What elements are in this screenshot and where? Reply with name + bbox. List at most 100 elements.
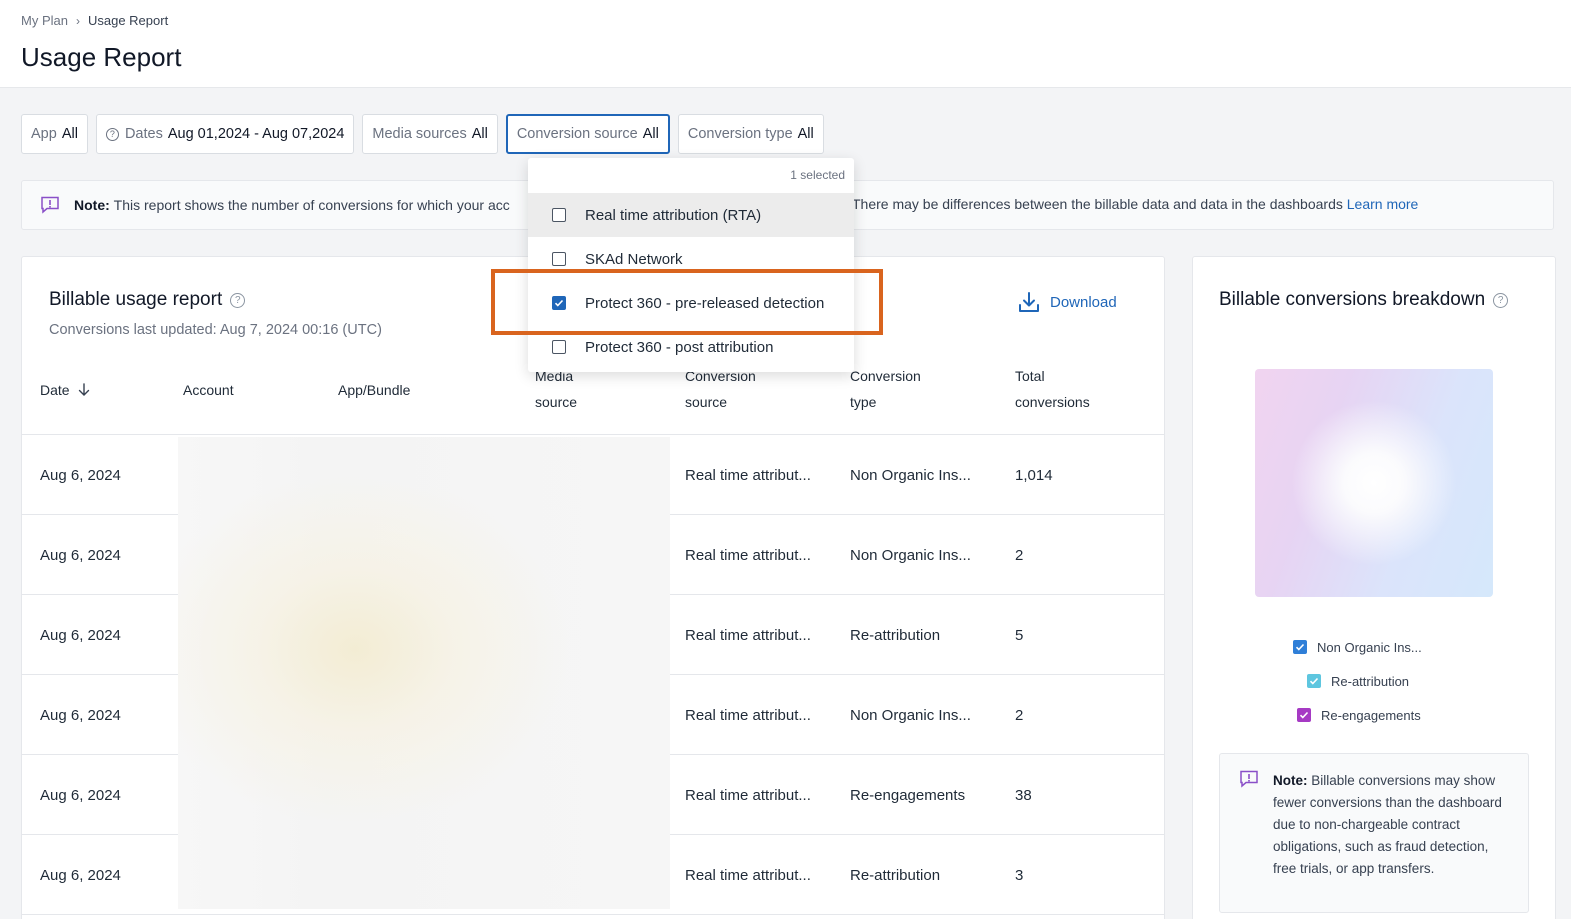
breakdown-note-prefix: Note: (1273, 773, 1308, 788)
column-media-line2: source (535, 394, 578, 410)
download-button[interactable]: Download (1018, 291, 1117, 313)
help-icon: ? (105, 127, 119, 141)
filter-conversion-source[interactable]: Conversion source All (505, 114, 670, 154)
breadcrumb: My Plan › Usage Report (21, 13, 168, 28)
top-bar: My Plan › Usage Report Usage Report (0, 0, 1571, 88)
download-label: Download (1050, 293, 1117, 311)
arrow-down-icon (78, 383, 89, 396)
breakdown-legend: Non Organic Ins... Re-attribution Re-eng… (1293, 630, 1422, 732)
column-total-line2: conversions (1015, 394, 1090, 410)
cell-date: Aug 6, 2024 (40, 626, 121, 644)
cell-date: Aug 6, 2024 (40, 546, 121, 564)
cell-conversion-type: Non Organic Ins... (850, 466, 971, 484)
cell-conversion-type: Re-engagements (850, 786, 966, 804)
cell-total: 1,014 (1015, 466, 1053, 484)
cell-conversion-source: Real time attribut... (685, 546, 811, 564)
filter-app-label: App (31, 126, 57, 142)
column-account[interactable]: Account (183, 377, 234, 403)
breadcrumb-my-plan[interactable]: My Plan (21, 13, 68, 28)
legend-item-non-organic[interactable]: Non Organic Ins... (1293, 630, 1422, 664)
report-subtitle: Conversions last updated: Aug 7, 2024 00… (49, 322, 382, 338)
report-title: Billable usage report (49, 289, 223, 310)
cell-date: Aug 6, 2024 (40, 706, 121, 724)
redacted-blur (178, 437, 670, 909)
checkbox-icon[interactable] (552, 252, 566, 266)
legend-label: Re-engagements (1321, 707, 1421, 723)
filter-app[interactable]: App All (21, 114, 88, 154)
note-text-left: This report shows the number of conversi… (113, 197, 510, 213)
cell-conversion-source: Real time attribut... (685, 466, 811, 484)
column-csource-line2: source (685, 394, 728, 410)
checkbox-checked-icon (1307, 674, 1321, 688)
cell-conversion-type: Re-attribution (850, 866, 941, 884)
column-ctype-line1: Conversion (850, 368, 921, 384)
option-label: Real time attribution (RTA) (585, 206, 762, 224)
filter-media-sources[interactable]: Media sources All (362, 114, 498, 154)
legend-label: Re-attribution (1331, 673, 1410, 689)
checkbox-icon[interactable] (552, 208, 566, 222)
filter-dates[interactable]: ? Dates Aug 01,2024 - Aug 07,2024 (95, 114, 355, 154)
legend-item-re-engagements[interactable]: Re-engagements (1297, 698, 1422, 732)
learn-more-link[interactable]: Learn more (1347, 196, 1419, 212)
filter-conversion-source-label: Conversion source (516, 126, 638, 142)
cell-total: 2 (1015, 546, 1024, 564)
legend-label: Non Organic Ins... (1317, 639, 1422, 655)
checkbox-checked-icon (1297, 708, 1311, 722)
breakdown-note-text: Billable conversions may show fewer conv… (1273, 773, 1502, 876)
option-skad-network[interactable]: SKAd Network (528, 237, 854, 281)
cell-conversion-type: Non Organic Ins... (850, 706, 971, 724)
cell-conversion-type: Non Organic Ins... (850, 546, 971, 564)
cell-total: 38 (1015, 786, 1032, 804)
option-label: SKAd Network (585, 250, 683, 268)
filter-app-value: All (61, 126, 78, 142)
filter-bar: App All ? Dates Aug 01,2024 - Aug 07,202… (21, 114, 824, 154)
breakdown-note: Note: Billable conversions may show fewe… (1219, 753, 1529, 913)
option-protect360-pre-released[interactable]: Protect 360 - pre-released detection (528, 281, 854, 325)
cell-date: Aug 6, 2024 (40, 466, 121, 484)
option-protect360-post-attribution[interactable]: Protect 360 - post attribution (528, 325, 854, 369)
column-total-line1: Total (1015, 368, 1045, 384)
checkbox-icon[interactable] (552, 340, 566, 354)
cell-conversion-source: Real time attribut... (685, 626, 811, 644)
cell-date: Aug 6, 2024 (40, 866, 121, 884)
filter-conversion-type[interactable]: Conversion type All (677, 114, 824, 154)
checkbox-checked-icon[interactable] (552, 296, 566, 310)
column-app[interactable]: App/Bundle (338, 377, 410, 403)
note-text-right-wrap: There may be differences between the bil… (852, 196, 1418, 212)
breakdown-title: Billable conversions breakdown (1219, 289, 1486, 310)
help-icon[interactable]: ? (1493, 292, 1509, 308)
filter-dates-label: Dates (124, 126, 163, 142)
column-ctype-line2: type (850, 394, 877, 410)
selected-count: 1 selected (790, 168, 845, 182)
page-title: Usage Report (21, 42, 182, 72)
cell-total: 3 (1015, 866, 1024, 884)
option-label: Protect 360 - pre-released detection (585, 294, 825, 312)
filter-conversion-type-label: Conversion type (687, 126, 793, 142)
option-rta[interactable]: Real time attribution (RTA) (528, 193, 854, 237)
cell-total: 5 (1015, 626, 1024, 644)
cell-date: Aug 6, 2024 (40, 786, 121, 804)
breakdown-card: Billable conversions breakdown ? Non Org… (1192, 256, 1556, 919)
filter-dates-value: Aug 01,2024 - Aug 07,2024 (167, 126, 345, 142)
breakdown-chart-placeholder (1255, 369, 1493, 597)
report-title-wrap: Billable usage report ? (49, 289, 246, 311)
column-date[interactable]: Date (40, 377, 90, 403)
cell-conversion-source: Real time attribut... (685, 786, 811, 804)
filter-media-sources-label: Media sources (372, 126, 467, 142)
legend-item-re-attribution[interactable]: Re-attribution (1307, 664, 1422, 698)
breakdown-title-wrap: Billable conversions breakdown ? (1219, 289, 1509, 311)
breadcrumb-current: Usage Report (87, 13, 169, 28)
option-label: Protect 360 - post attribution (585, 338, 774, 356)
note-text-right: There may be differences between the bil… (852, 196, 1343, 212)
cell-conversion-type: Re-attribution (850, 626, 941, 644)
column-total-conversions[interactable]: Total conversions (1015, 363, 1090, 415)
message-alert-icon (1240, 770, 1258, 788)
filter-conversion-source-value: All (642, 126, 659, 142)
note-prefix: Note: (74, 197, 110, 213)
filter-media-sources-value: All (471, 126, 488, 142)
column-conversion-type[interactable]: Conversion type (850, 363, 921, 415)
chevron-right-icon: › (75, 13, 80, 28)
help-icon[interactable]: ? (230, 292, 246, 308)
column-date-label: Date (40, 382, 70, 398)
checkbox-checked-icon (1293, 640, 1307, 654)
